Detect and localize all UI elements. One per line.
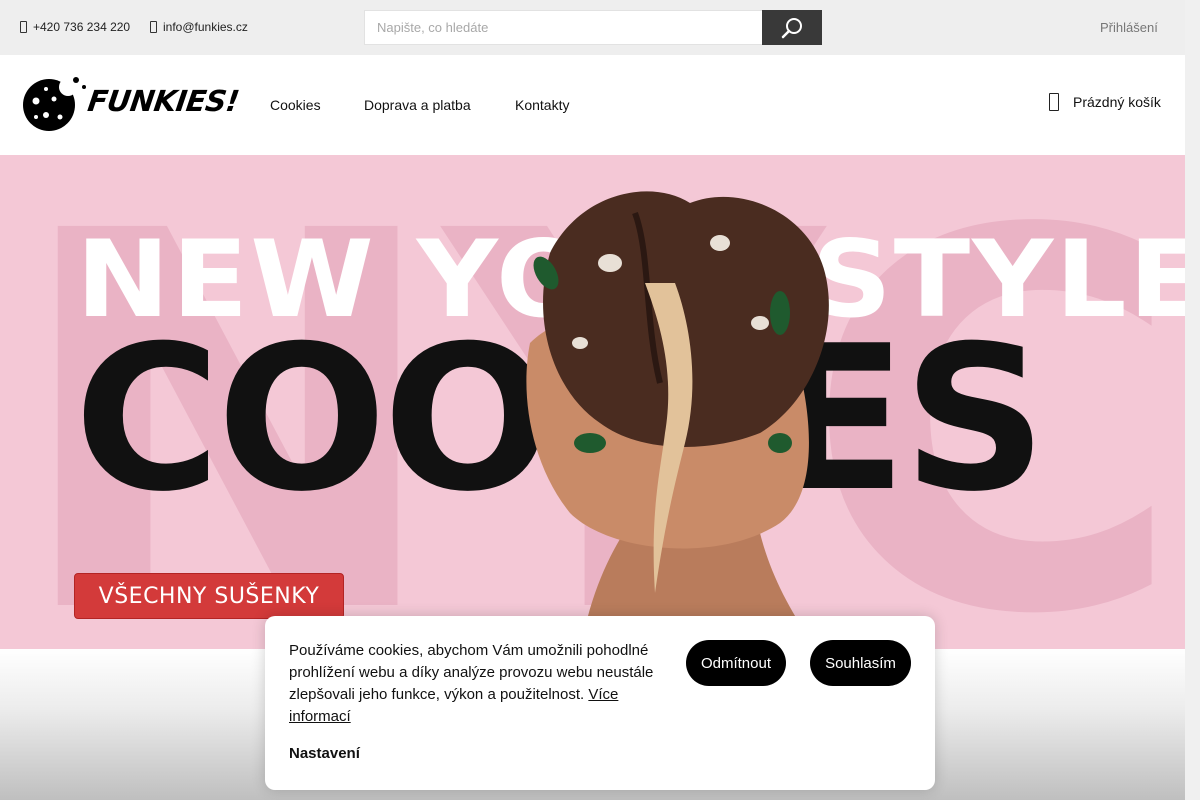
logo[interactable]: FUNKIES! — [22, 75, 241, 133]
nav-shipping-payment[interactable]: Doprava a platba — [364, 97, 471, 113]
cart-link[interactable]: Prázdný košík — [1049, 93, 1161, 111]
cookie-consent-dialog: Používáme cookies, abychom Vám umožnili … — [265, 616, 935, 790]
cart-label: Prázdný košík — [1073, 94, 1161, 110]
phone-number[interactable]: +420 736 234 220 — [33, 20, 130, 34]
hero-banner[interactable]: NYC NEW YORK STYLE COOKIES VŠECHNY SUŠEN… — [0, 155, 1185, 649]
accept-cookies-button[interactable]: Souhlasím — [810, 640, 911, 686]
nav-cookies[interactable]: Cookies — [270, 97, 321, 113]
search-icon — [781, 18, 802, 39]
login-link[interactable]: Přihlášení — [1100, 20, 1158, 35]
hand-with-cookie-image — [526, 191, 829, 649]
phone-contact[interactable]: +420 736 234 220 — [20, 20, 130, 34]
site-header: FUNKIES! Cookies Doprava a platba Kontak… — [0, 55, 1185, 155]
cookie-logo-icon — [23, 77, 86, 131]
cookie-consent-text: Používáme cookies, abychom Vám umožnili … — [289, 640, 659, 728]
email-contact[interactable]: info@funkies.cz — [150, 20, 248, 34]
search-input[interactable] — [364, 10, 762, 45]
search-button[interactable] — [762, 10, 822, 45]
scrollbar[interactable] — [1185, 0, 1200, 800]
mail-icon — [150, 21, 157, 33]
reject-cookies-button[interactable]: Odmítnout — [686, 640, 786, 686]
nav-contacts[interactable]: Kontakty — [515, 97, 569, 113]
all-cookies-button[interactable]: VŠECHNY SUŠENKY — [74, 573, 344, 619]
logo-text: FUNKIES! — [85, 84, 242, 118]
top-bar: +420 736 234 220 info@funkies.cz Přihláš… — [0, 0, 1185, 55]
shopping-bag-icon — [1049, 93, 1059, 111]
cookie-settings-button[interactable]: Nastavení — [289, 745, 360, 762]
email-address[interactable]: info@funkies.cz — [163, 20, 248, 34]
phone-icon — [20, 21, 27, 33]
